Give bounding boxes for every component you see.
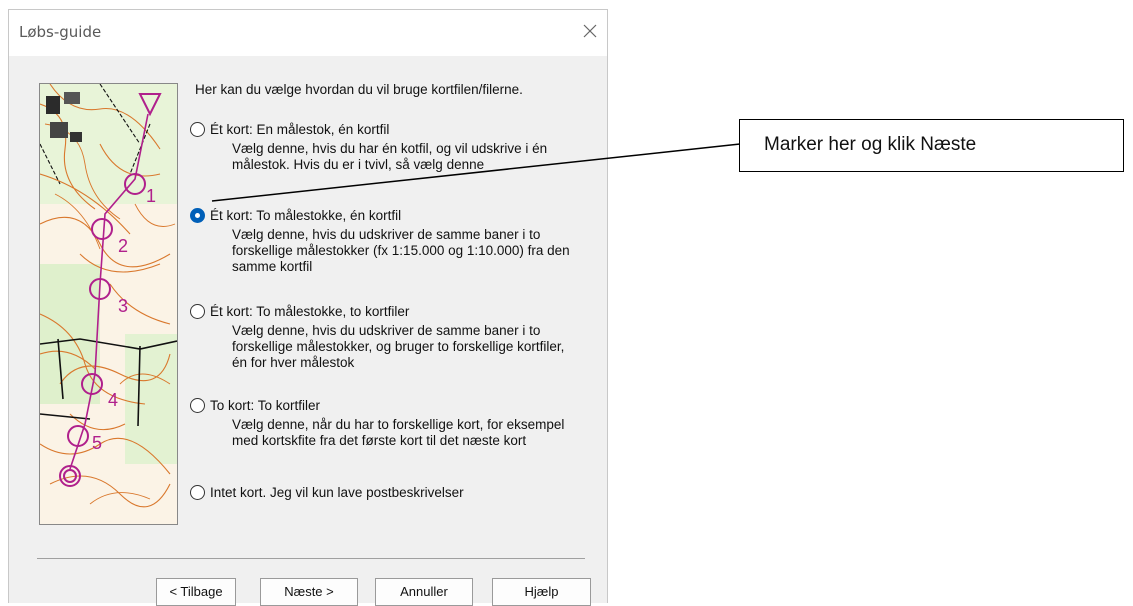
option-label: To kort: To kortfiler (210, 398, 321, 413)
map-label-3: 3 (118, 296, 128, 316)
map-label-4: 4 (108, 390, 118, 410)
map-label-2: 2 (118, 236, 128, 256)
close-icon[interactable] (577, 18, 603, 44)
back-button[interactable]: < Tilbage (156, 578, 236, 606)
intro-text: Her kan du vælge hvordan du vil bruge ko… (195, 82, 523, 97)
option-description: Vælg denne, hvis du udskriver de samme b… (232, 227, 570, 274)
radio-button-selected[interactable] (190, 208, 205, 223)
radio-button[interactable] (190, 485, 205, 500)
option-label: Ét kort: To målestokke, to kortfiler (210, 304, 410, 319)
title-bar: Løbs-guide (9, 10, 607, 56)
cancel-button[interactable]: Annuller (375, 578, 473, 606)
option-label: Ét kort: En målestok, én kortfil (210, 122, 390, 137)
wizard-dialog: Løbs-guide 1 2 3 4 5 Her kan du vælge hv… (8, 9, 608, 606)
next-button[interactable]: Næste > (260, 578, 358, 606)
orienteering-map-image: 1 2 3 4 5 (39, 83, 178, 525)
radio-button[interactable] (190, 398, 205, 413)
map-label-1: 1 (146, 186, 156, 206)
radio-button[interactable] (190, 122, 205, 137)
option-description: Vælg denne, hvis du har én kotfil, og vi… (232, 141, 548, 172)
callout-box: Marker her og klik Næste (739, 119, 1124, 172)
window-title: Løbs-guide (19, 23, 102, 41)
option-description: Vælg denne, når du har to forskellige ko… (232, 417, 565, 448)
option-description: Vælg denne, hvis du udskriver de samme b… (232, 323, 565, 370)
map-label-5: 5 (92, 433, 102, 453)
option-label: Intet kort. Jeg vil kun lave postbeskriv… (210, 485, 464, 500)
help-button[interactable]: Hjælp (492, 578, 591, 606)
callout-text: Marker her og klik Næste (764, 134, 977, 155)
option-label: Ét kort: To målestokke, én kortfil (210, 208, 402, 223)
button-separator (37, 558, 585, 559)
radio-button[interactable] (190, 304, 205, 319)
